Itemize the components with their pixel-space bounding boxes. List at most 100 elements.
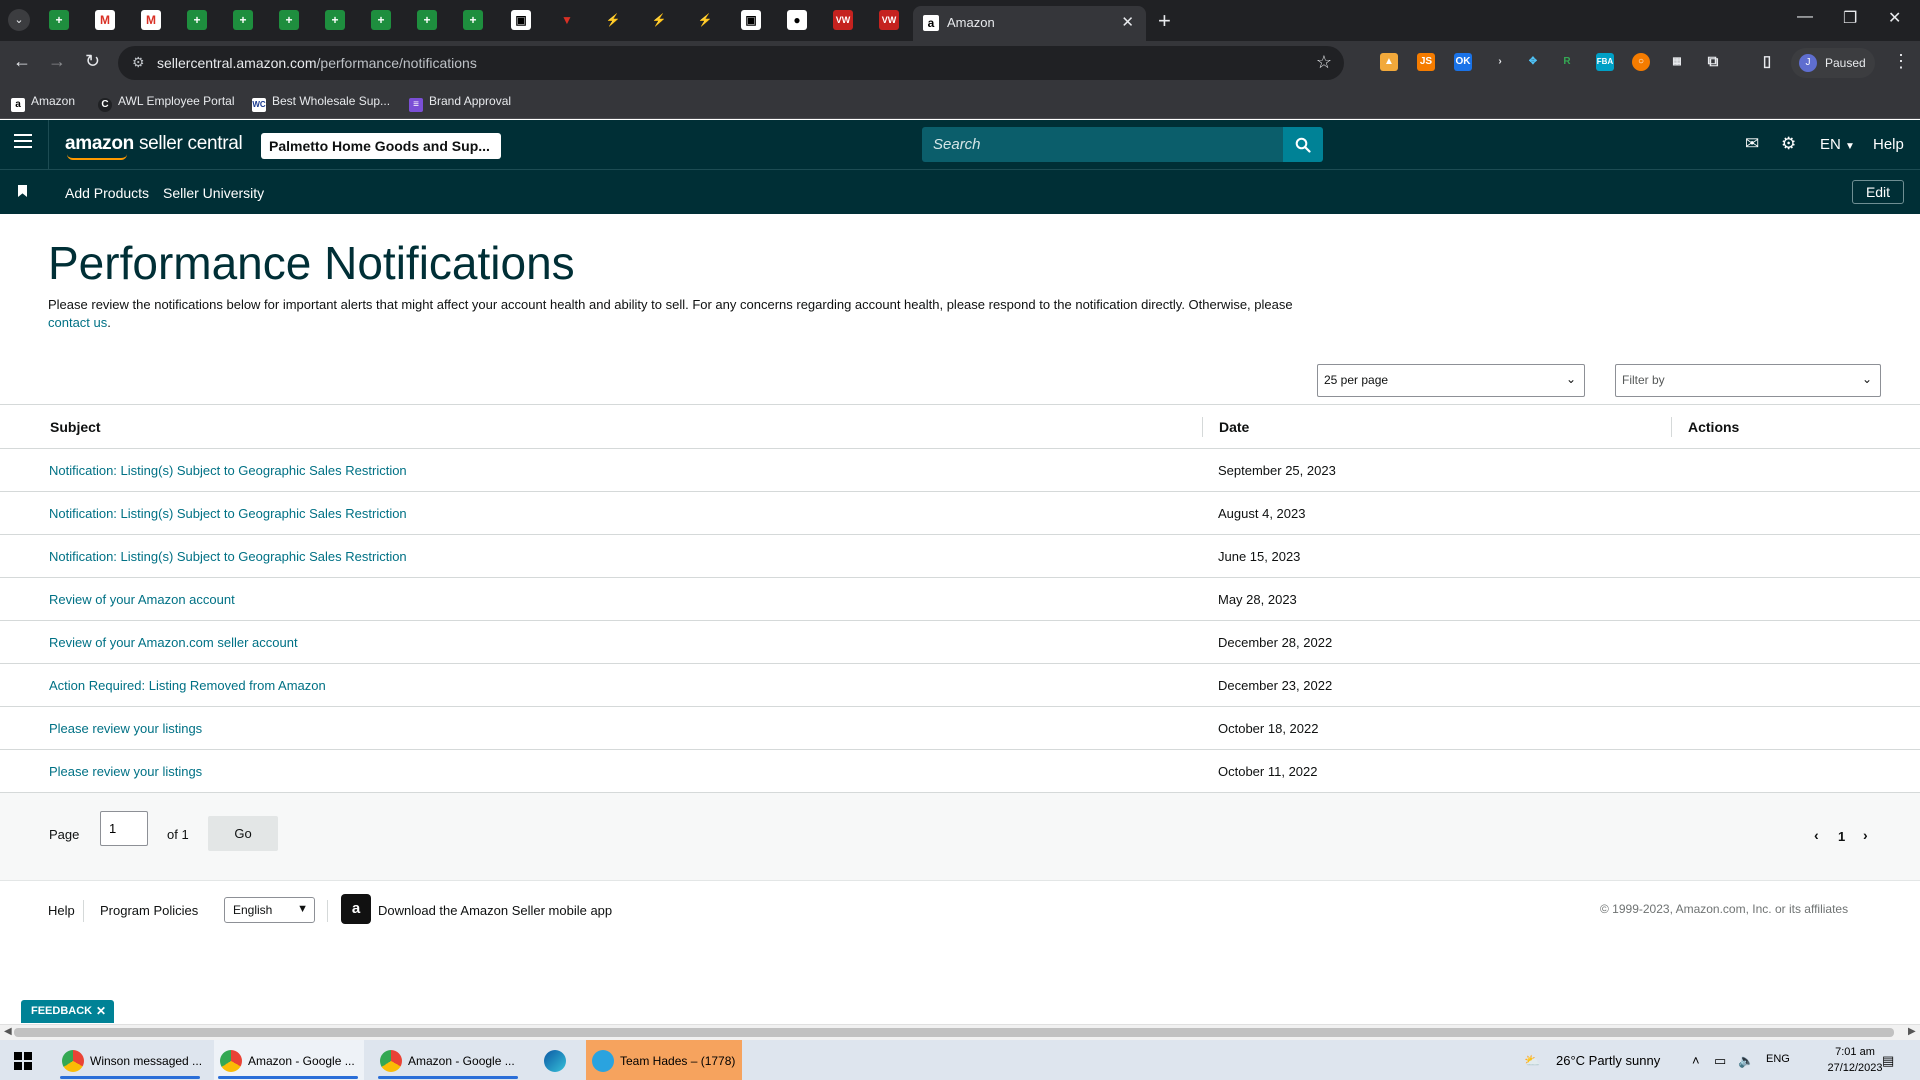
notification-subject-link[interactable]: Review of your Amazon.com seller account bbox=[49, 635, 298, 650]
sheets-tab-icon[interactable]: + bbox=[233, 10, 253, 30]
extension-icon[interactable]: FBA bbox=[1596, 53, 1614, 71]
scroll-right-icon[interactable]: ▶ bbox=[1908, 1026, 1916, 1037]
weather-text[interactable]: 26°C Partly sunny bbox=[1556, 1053, 1660, 1068]
volume-icon[interactable]: 🔈 bbox=[1738, 1053, 1754, 1069]
extension-icon[interactable]: ▦ bbox=[1668, 53, 1686, 71]
taskbar-item[interactable]: Amazon - Google ... bbox=[374, 1040, 524, 1080]
minimize-icon[interactable]: — bbox=[1797, 8, 1813, 26]
search-input[interactable] bbox=[922, 127, 1283, 162]
taskbar-item[interactable] bbox=[538, 1040, 578, 1080]
network-icon[interactable]: ▭ bbox=[1714, 1053, 1726, 1069]
sheets-tab-icon[interactable]: + bbox=[49, 10, 69, 30]
notification-subject-link[interactable]: Notification: Listing(s) Subject to Geog… bbox=[49, 463, 407, 478]
chevron-right-icon[interactable]: › bbox=[1863, 827, 1868, 843]
notification-subject-link[interactable]: Notification: Listing(s) Subject to Geog… bbox=[49, 506, 407, 521]
tab-search-icon[interactable]: ⌄ bbox=[8, 9, 30, 31]
site-tab-icon[interactable]: ▼ bbox=[557, 10, 577, 30]
help-link[interactable]: Help bbox=[1873, 136, 1904, 153]
contact-us-link[interactable]: contact us bbox=[48, 315, 107, 330]
seller-central-logo[interactable]: amazon seller central bbox=[65, 133, 243, 160]
footer-help-link[interactable]: Help bbox=[48, 903, 75, 918]
forward-icon[interactable]: → bbox=[48, 51, 66, 72]
bookmark-amazon[interactable]: a Amazon bbox=[11, 94, 75, 112]
chevron-up-icon[interactable]: ˄ bbox=[1692, 1053, 1700, 1068]
gmail-tab-icon[interactable]: M bbox=[95, 10, 115, 30]
site-tab-icon[interactable]: ▣ bbox=[511, 10, 531, 30]
js-extension-icon[interactable]: JS bbox=[1417, 53, 1435, 71]
bookmark-icon[interactable] bbox=[18, 185, 27, 197]
scroll-left-icon[interactable]: ◀ bbox=[4, 1026, 12, 1037]
menu-icon[interactable] bbox=[14, 134, 32, 148]
amazon-app-icon[interactable]: a bbox=[341, 894, 371, 924]
site-tab-icon[interactable]: ⚡ bbox=[603, 10, 623, 30]
system-clock[interactable]: 7:01 am 27/12/2023 bbox=[1820, 1044, 1890, 1076]
windows-start-icon[interactable] bbox=[14, 1052, 32, 1070]
sheets-tab-icon[interactable]: + bbox=[325, 10, 345, 30]
bookmark-brand-approval[interactable]: ≡ Brand Approval bbox=[409, 94, 511, 112]
extension-icon[interactable]: › bbox=[1491, 53, 1509, 71]
sheets-tab-icon[interactable]: + bbox=[187, 10, 207, 30]
add-products-link[interactable]: Add Products bbox=[65, 185, 149, 201]
bookmark-star-icon[interactable]: ☆ bbox=[1316, 52, 1332, 73]
notifications-icon[interactable]: ▤ bbox=[1882, 1053, 1894, 1069]
close-tab-icon[interactable]: ✕ bbox=[1121, 13, 1134, 31]
download-app-link[interactable]: Download the Amazon Seller mobile app bbox=[378, 903, 612, 918]
back-icon[interactable]: ← bbox=[13, 51, 31, 72]
close-window-icon[interactable]: ✕ bbox=[1888, 8, 1901, 28]
restore-icon[interactable]: ❐ bbox=[1843, 8, 1857, 28]
side-panel-icon[interactable]: ▯ bbox=[1758, 53, 1776, 71]
site-tab-icon[interactable]: ● bbox=[787, 10, 807, 30]
new-tab-icon[interactable]: + bbox=[1158, 8, 1171, 34]
column-subject[interactable]: Subject bbox=[50, 419, 101, 435]
taskbar-item[interactable]: Winson messaged ... bbox=[56, 1040, 206, 1080]
search-button[interactable] bbox=[1283, 127, 1323, 162]
gear-icon[interactable]: ⚙ bbox=[1781, 134, 1796, 154]
address-bar[interactable]: ⚙ sellercentral.amazon.com/performance/n… bbox=[118, 46, 1344, 80]
extension-icon[interactable]: R bbox=[1558, 53, 1576, 71]
gmail-tab-icon[interactable]: M bbox=[141, 10, 161, 30]
notification-subject-link[interactable]: Review of your Amazon account bbox=[49, 592, 235, 607]
profile-button[interactable]: J Paused bbox=[1791, 48, 1875, 78]
program-policies-link[interactable]: Program Policies bbox=[100, 903, 198, 918]
close-icon[interactable]: ✕ bbox=[96, 1004, 106, 1018]
sheets-tab-icon[interactable]: + bbox=[417, 10, 437, 30]
sheets-tab-icon[interactable]: + bbox=[463, 10, 483, 30]
site-tab-icon[interactable]: ⚡ bbox=[695, 10, 715, 30]
extension-icon[interactable]: ✥ bbox=[1524, 53, 1542, 71]
per-page-select[interactable]: 25 per page ⌄ bbox=[1317, 364, 1585, 397]
notification-subject-link[interactable]: Notification: Listing(s) Subject to Geog… bbox=[49, 549, 407, 564]
browser-menu-icon[interactable]: ⋮ bbox=[1892, 51, 1910, 72]
taskbar-item[interactable]: Amazon - Google ... bbox=[214, 1040, 364, 1080]
seller-university-link[interactable]: Seller University bbox=[163, 185, 264, 201]
site-tab-icon[interactable]: ⚡ bbox=[649, 10, 669, 30]
vw-tab-icon[interactable]: VW bbox=[833, 10, 853, 30]
scrollbar-thumb[interactable] bbox=[14, 1028, 1894, 1037]
reload-icon[interactable]: ↻ bbox=[85, 51, 100, 72]
page-number-input[interactable] bbox=[100, 811, 148, 846]
taskbar-item[interactable]: Team Hades – (1778) bbox=[586, 1040, 742, 1080]
column-date[interactable]: Date bbox=[1219, 419, 1249, 435]
extensions-puzzle-icon[interactable]: ⧉ bbox=[1704, 53, 1722, 71]
feedback-button[interactable]: FEEDBACK ✕ bbox=[21, 1000, 114, 1023]
current-page-number[interactable]: 1 bbox=[1838, 829, 1845, 844]
extension-icon[interactable]: ○ bbox=[1632, 53, 1650, 71]
input-language[interactable]: ENG bbox=[1766, 1053, 1790, 1065]
bookmark-wholesale[interactable]: WC Best Wholesale Sup... bbox=[252, 94, 390, 112]
vw-tab-icon[interactable]: VW bbox=[879, 10, 899, 30]
footer-language-select[interactable]: English ▼ bbox=[224, 897, 315, 923]
edit-button[interactable]: Edit bbox=[1852, 180, 1904, 204]
horizontal-scrollbar[interactable]: ◀ ▶ bbox=[0, 1024, 1920, 1040]
language-selector[interactable]: EN ▼ bbox=[1820, 136, 1855, 153]
go-button[interactable]: Go bbox=[208, 816, 278, 851]
site-info-icon[interactable]: ⚙ bbox=[132, 54, 145, 71]
extension-icon[interactable]: ▲ bbox=[1380, 53, 1398, 71]
chevron-left-icon[interactable]: ‹ bbox=[1814, 827, 1819, 843]
notification-subject-link[interactable]: Please review your listings bbox=[49, 721, 202, 736]
mail-icon[interactable]: ✉ bbox=[1745, 134, 1759, 154]
notification-subject-link[interactable]: Please review your listings bbox=[49, 764, 202, 779]
active-tab[interactable]: a Amazon ✕ bbox=[913, 6, 1146, 41]
extension-icon[interactable]: OK bbox=[1454, 53, 1472, 71]
weather-icon[interactable]: ⛅ bbox=[1524, 1053, 1540, 1069]
sheets-tab-icon[interactable]: + bbox=[279, 10, 299, 30]
bookmark-awl[interactable]: C AWL Employee Portal bbox=[98, 94, 235, 112]
